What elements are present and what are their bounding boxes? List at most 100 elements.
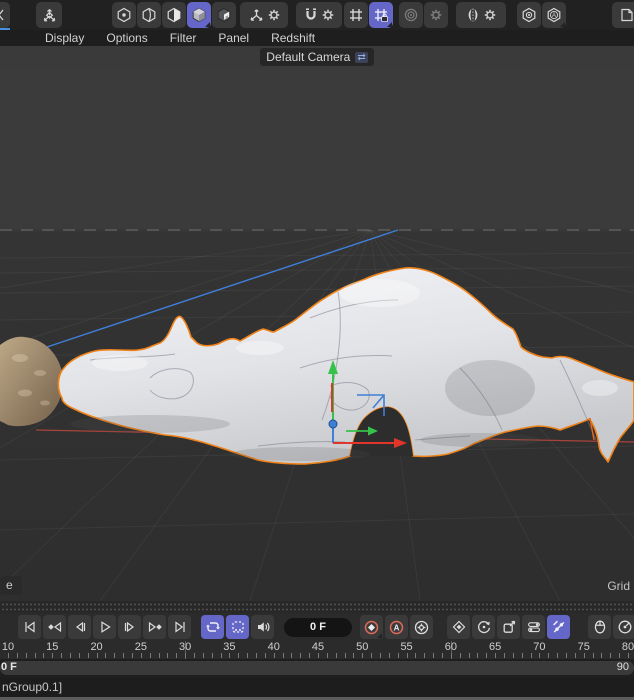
ruler-tick <box>539 653 541 658</box>
menu-display[interactable]: Display <box>45 31 84 45</box>
ruler-tick <box>229 653 231 658</box>
ruler-tick <box>335 653 337 658</box>
ruler-tick <box>16 653 18 658</box>
status-bar: nGroup0.1] <box>0 677 634 697</box>
previous-frame-button[interactable] <box>68 615 91 639</box>
ruler-tick <box>344 653 346 658</box>
camera-swap-icon[interactable]: ⇄ <box>355 51 368 63</box>
next-frame-button[interactable] <box>118 615 141 639</box>
ruler-tick <box>441 653 443 658</box>
ruler-tick <box>96 653 98 658</box>
previous-key-button[interactable] <box>43 615 66 639</box>
timeline-ruler[interactable]: 10 15 20 25 30 35 40 45 50 55 60 65 70 75 80 <box>0 641 634 659</box>
camera-label[interactable]: Default Camera ⇄ <box>260 48 374 66</box>
ruler-frame-number: 20 <box>90 641 103 653</box>
magnet-snap-button[interactable] <box>296 2 342 28</box>
tan-scan-object[interactable] <box>0 336 64 427</box>
key-rotation-button[interactable] <box>472 615 495 639</box>
ruler-tick <box>193 653 195 658</box>
viewport-3d[interactable]: e Grid D <box>0 68 634 602</box>
ruler-tick <box>610 653 612 658</box>
key-scale-button[interactable] <box>497 615 520 639</box>
dial-button[interactable] <box>613 615 634 639</box>
hexagon-eye-icon[interactable] <box>517 2 541 28</box>
menu-redshift[interactable]: Redshift <box>271 31 315 45</box>
ruler-tick <box>424 653 426 658</box>
ruler-tick <box>317 653 319 658</box>
key-parameters-button[interactable] <box>522 615 545 639</box>
ruler-frame-number: 55 <box>400 641 413 653</box>
svg-text:A: A <box>552 13 556 19</box>
ruler-tick <box>167 653 169 658</box>
ruler-tick <box>326 653 328 658</box>
menu-panel[interactable]: Panel <box>218 31 249 45</box>
go-to-start-button[interactable] <box>18 615 41 639</box>
symmetry-button[interactable] <box>456 2 506 28</box>
viewport-header: Default Camera ⇄ <box>0 46 634 68</box>
ruler-frame-number: 10 <box>1 641 15 653</box>
gear-icon <box>322 9 334 21</box>
hexagon-isoparms-icon[interactable] <box>137 2 161 28</box>
ruler-tick <box>565 653 567 658</box>
ruler-tick <box>459 653 461 658</box>
ruler-tick <box>574 653 576 658</box>
gear-icon <box>268 9 279 21</box>
selected-mesh[interactable] <box>57 267 634 465</box>
ruler-tick <box>619 653 621 658</box>
ruler-tick <box>388 653 390 658</box>
next-key-button[interactable] <box>143 615 166 639</box>
transport-bar: 0 F A <box>0 613 634 641</box>
sound-button[interactable] <box>251 615 274 639</box>
ruler-tick <box>486 653 488 658</box>
focus-dimmed-icon[interactable] <box>399 2 423 28</box>
loop-mode-button[interactable] <box>201 615 224 639</box>
range-slider[interactable] <box>0 661 634 675</box>
hexagon-shaded-icon[interactable] <box>187 2 211 28</box>
grid-icon[interactable] <box>344 2 368 28</box>
play-button[interactable] <box>93 615 116 639</box>
grid-lock-icon[interactable] <box>369 2 393 28</box>
ruler-tick <box>247 653 249 658</box>
ruler-tick <box>158 653 160 658</box>
ruler-tick <box>185 653 187 658</box>
page-partial-icon[interactable] <box>612 2 634 28</box>
ruler-tick <box>34 653 36 658</box>
hexagon-half-shaded-icon[interactable] <box>162 2 186 28</box>
axis-modification-icon[interactable] <box>36 2 62 28</box>
autokey-button[interactable]: A <box>385 615 408 639</box>
hexagon-shaded-wire-icon[interactable] <box>212 2 236 28</box>
hexagon-points-icon[interactable] <box>112 2 136 28</box>
go-to-end-button[interactable] <box>168 615 191 639</box>
symmetry-icon <box>468 8 478 22</box>
ruler-frame-number: 25 <box>134 641 147 653</box>
ruler-frame-number: 35 <box>223 641 236 653</box>
ruler-tick <box>8 653 9 658</box>
keying-settings-button[interactable] <box>410 615 433 639</box>
top-toolbar: A <box>0 0 634 31</box>
menu-options[interactable]: Options <box>106 31 147 45</box>
viewport-menubar: Display Options Filter Panel Redshift <box>0 30 634 46</box>
ruler-tick <box>495 653 497 658</box>
ruler-tick <box>530 653 532 658</box>
menu-filter[interactable]: Filter <box>170 31 197 45</box>
ruler-tick <box>433 653 435 658</box>
current-frame-field[interactable]: 0 F <box>284 617 352 637</box>
keyframe-selection-button[interactable] <box>226 615 249 639</box>
partial-tool-icon[interactable] <box>0 2 10 28</box>
axis-tripod-button[interactable] <box>240 2 288 28</box>
palette-grip[interactable] <box>0 601 634 613</box>
key-pla-button[interactable] <box>547 615 570 639</box>
ruler-frame-number: 40 <box>267 641 280 653</box>
ruler-tick <box>450 653 452 658</box>
record-mouse-button[interactable] <box>588 615 611 639</box>
record-keyframe-button[interactable] <box>360 615 383 639</box>
gear-dimmed-icon[interactable] <box>424 2 448 28</box>
viewport-canvas <box>0 229 634 602</box>
ruler-tick <box>512 653 514 658</box>
hexagon-animate-icon[interactable]: A <box>542 2 566 28</box>
svg-text:A: A <box>394 623 400 632</box>
key-position-button[interactable] <box>447 615 470 639</box>
gizmo-origin-handle[interactable] <box>328 419 338 429</box>
timeline-range-bar[interactable]: 0 F 90 <box>0 659 634 677</box>
ruler-tick <box>149 653 151 658</box>
